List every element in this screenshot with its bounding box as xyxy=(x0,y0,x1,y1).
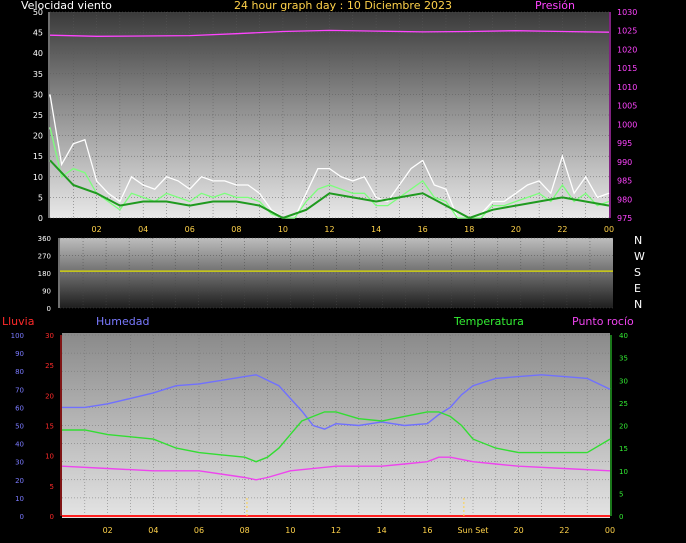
temperature-y-tick-label: 40 xyxy=(619,332,628,340)
compass-label: E xyxy=(634,282,641,295)
pressure-y-tick-label: 1025 xyxy=(617,27,637,36)
pressure-y-tick-label: 1010 xyxy=(617,83,637,92)
temperature-y-tick-label: 30 xyxy=(619,377,628,385)
humidity-y-tick-label: 60 xyxy=(15,404,24,412)
wind-y-tick-label: 0 xyxy=(38,214,43,223)
hour-tick-label: 12 xyxy=(331,526,341,535)
humidity-y-tick-label: 10 xyxy=(15,495,24,503)
wind-y-tick-label: 25 xyxy=(33,111,43,120)
rain-y-tick-label: 0 xyxy=(50,513,54,521)
pressure-axis-label: Presión xyxy=(535,0,575,12)
pressure-y-tick-label: 1030 xyxy=(617,8,637,17)
rain-y-tick-label: 30 xyxy=(45,332,54,340)
wind-y-tick-label: 20 xyxy=(33,132,43,141)
wind-y-tick-label: 45 xyxy=(33,29,43,38)
compass-label: W xyxy=(634,250,645,263)
hour-tick-label: 22 xyxy=(557,225,567,234)
rain-y-tick-label: 5 xyxy=(50,483,54,491)
hour-tick-label: 08 xyxy=(240,526,250,535)
hour-tick-label: 10 xyxy=(285,526,295,535)
chart-title: 24 hour graph day : 10 Diciembre 2023 xyxy=(234,0,452,12)
hour-tick-label: 10 xyxy=(278,225,288,234)
hour-tick-label: Sun Set xyxy=(458,526,489,535)
wind-y-tick-label: 5 xyxy=(38,193,43,202)
hour-tick-label: 02 xyxy=(103,526,113,535)
hour-tick-label: 00 xyxy=(604,225,614,234)
temperature-y-tick-label: 0 xyxy=(619,513,623,521)
hour-tick-label: 08 xyxy=(231,225,241,234)
weather-graph-canvas: 0 5 10 15 20 25 30 35 40 45 50 975 980 985 990 995 1000 1… xyxy=(0,0,686,543)
rain-y-tick-label: 20 xyxy=(45,392,54,400)
rain-y-tick-label: 10 xyxy=(45,453,54,461)
hour-tick-label: 22 xyxy=(559,526,569,535)
pressure-y-tick-label: 980 xyxy=(617,195,632,204)
wind-y-tick-label: 30 xyxy=(33,90,43,99)
humidity-y-tick-label: 30 xyxy=(15,459,24,467)
pressure-y-tick-label: 975 xyxy=(617,214,632,223)
hour-tick-label: 18 xyxy=(464,225,474,234)
pressure-y-tick-label: 995 xyxy=(617,139,632,148)
hour-tick-label: 06 xyxy=(185,225,195,234)
temperature-y-tick-label: 25 xyxy=(619,400,628,408)
rain-y-tick-label: 25 xyxy=(45,362,54,370)
hour-tick-label: 16 xyxy=(422,526,432,535)
direction-y-tick-label: 90 xyxy=(42,288,51,296)
direction-y-tick-label: 360 xyxy=(38,235,51,243)
compass-label: S xyxy=(634,266,641,279)
wind-speed-axis-label: Velocidad viento xyxy=(21,0,112,12)
pressure-y-tick-label: 990 xyxy=(617,158,632,167)
temperature-y-tick-label: 35 xyxy=(619,355,628,363)
direction-y-tick-label: 270 xyxy=(38,253,51,261)
rain-axis-label: Lluvia xyxy=(2,315,34,328)
wind-y-tick-label: 15 xyxy=(33,152,43,161)
wind-y-tick-label: 40 xyxy=(33,49,43,58)
humidity-y-tick-label: 40 xyxy=(15,441,24,449)
humidity-axis-label: Humedad xyxy=(96,315,149,328)
pressure-y-tick-label: 1015 xyxy=(617,64,637,73)
compass-label: N xyxy=(634,234,642,247)
pressure-y-tick-label: 1005 xyxy=(617,102,637,111)
temperature-y-tick-label: 5 xyxy=(619,490,623,498)
humidity-y-tick-label: 90 xyxy=(15,350,24,358)
weather-charts: 0510152025303540455097598098599099510001… xyxy=(2,0,645,535)
direction-y-tick-label: 0 xyxy=(47,305,51,313)
hour-tick-label: 02 xyxy=(91,225,101,234)
pressure-y-tick-label: 1000 xyxy=(617,120,637,129)
temperature-y-tick-label: 15 xyxy=(619,445,628,453)
direction-y-tick-label: 180 xyxy=(38,270,51,278)
wind-y-tick-label: 10 xyxy=(33,173,43,182)
compass-label: N xyxy=(634,298,642,311)
humidity-y-tick-label: 20 xyxy=(15,477,24,485)
pressure-y-tick-label: 985 xyxy=(617,177,632,186)
humidity-y-tick-label: 50 xyxy=(15,423,24,431)
hour-tick-label: 16 xyxy=(418,225,428,234)
temperature-y-tick-label: 10 xyxy=(619,468,628,476)
humidity-y-tick-label: 70 xyxy=(15,386,24,394)
hour-tick-label: 06 xyxy=(194,526,204,535)
pressure-y-tick-label: 1020 xyxy=(617,45,637,54)
temperature-axis-label: Temperatura xyxy=(453,315,524,328)
rain-y-tick-label: 15 xyxy=(45,423,54,431)
dew-point-axis-label: Punto rocío xyxy=(572,315,634,328)
wind-y-tick-label: 35 xyxy=(33,70,43,79)
humidity-y-tick-label: 80 xyxy=(15,368,24,376)
hour-tick-label: 12 xyxy=(324,225,334,234)
hour-tick-label: 14 xyxy=(377,526,387,535)
hour-tick-label: 20 xyxy=(511,225,521,234)
temperature-y-tick-label: 20 xyxy=(619,423,628,431)
hour-tick-label: 00 xyxy=(605,526,615,535)
hour-tick-label: 14 xyxy=(371,225,381,234)
humidity-y-tick-label: 100 xyxy=(11,332,24,340)
humidity-y-tick-label: 0 xyxy=(20,513,24,521)
hour-tick-label: 20 xyxy=(514,526,524,535)
hour-tick-label: 04 xyxy=(148,526,158,535)
hour-tick-label: 04 xyxy=(138,225,148,234)
